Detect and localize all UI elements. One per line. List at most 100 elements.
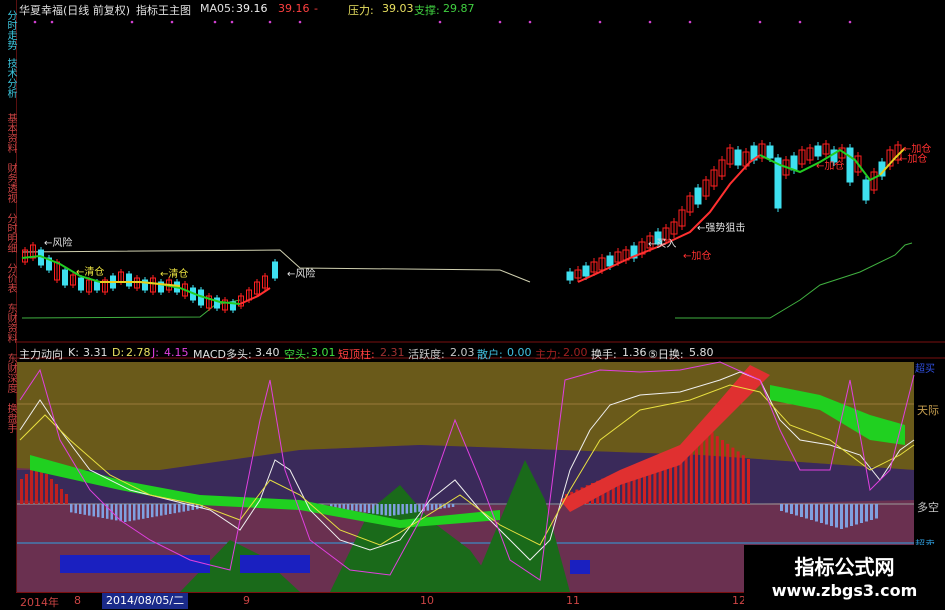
candle-body bbox=[846, 147, 854, 183]
chart-canvas bbox=[16, 20, 945, 592]
signal-dot bbox=[298, 20, 302, 24]
annot-add-4: ←加仓 bbox=[899, 154, 928, 165]
hist-bar-blue bbox=[119, 504, 122, 522]
ma-label: MA05: bbox=[200, 2, 235, 15]
signal-dot bbox=[130, 20, 134, 24]
hist-bar-blue bbox=[178, 504, 181, 513]
current-date: 2014/08/05/二 bbox=[102, 593, 189, 609]
tab-basic-info[interactable]: 基本资料 bbox=[0, 110, 16, 155]
hist-bar-blue bbox=[810, 504, 813, 520]
candle-body bbox=[814, 145, 822, 157]
annot-add-1: ←加仓 bbox=[683, 251, 712, 262]
hist-bar-red bbox=[715, 436, 719, 504]
hist-bar-red bbox=[726, 443, 730, 504]
watermark: 指标公式网 www.zbgs3.com bbox=[744, 545, 945, 609]
candle-body bbox=[582, 265, 590, 277]
hist-bar-blue bbox=[795, 504, 798, 516]
signal-dot bbox=[170, 20, 174, 24]
d-value: 2.78 bbox=[126, 346, 151, 359]
hist-bar-blue bbox=[346, 504, 350, 510]
candle-body bbox=[566, 271, 574, 281]
hist-bar-blue bbox=[401, 504, 404, 515]
axis-overbought: 超买 bbox=[915, 364, 935, 375]
hist-bar-blue bbox=[155, 504, 158, 517]
hist-bar-blue bbox=[363, 504, 367, 513]
hist-bar-blue bbox=[151, 504, 154, 518]
hist-bar-red bbox=[741, 455, 745, 504]
support-value: 29.87 bbox=[443, 2, 475, 15]
retail-value: 0.00 bbox=[507, 346, 532, 359]
signal-dot bbox=[268, 20, 272, 24]
annot-risk: ←风险 bbox=[44, 238, 73, 249]
hist-bar-blue bbox=[870, 504, 873, 520]
hist-bar-blue bbox=[164, 504, 167, 515]
sidebar: 分时走势 技术分析 基本资料 财务透视 分时明细 分价表 东财资料 东财深度 换… bbox=[0, 0, 17, 609]
signal-dot bbox=[798, 20, 802, 24]
main-value: 2.00 bbox=[563, 346, 588, 359]
candle-body bbox=[214, 297, 220, 309]
support-label: 支撑: bbox=[414, 4, 440, 17]
candle-body bbox=[94, 281, 100, 291]
hist-bar-blue bbox=[451, 504, 455, 507]
turnover-label: 换手: bbox=[591, 348, 617, 361]
hist-bar-blue bbox=[426, 504, 430, 511]
hist-bar-blue bbox=[92, 504, 95, 517]
hist-bar-blue bbox=[800, 504, 803, 517]
candle-body bbox=[126, 273, 132, 287]
hist-bar-blue bbox=[388, 504, 392, 516]
d-label: D: bbox=[112, 346, 125, 359]
tab-technical-analysis[interactable]: 技术分析 bbox=[0, 55, 16, 100]
hist-bar-blue bbox=[115, 504, 118, 521]
hist-bar-blue bbox=[790, 504, 793, 514]
hist-bar-red bbox=[736, 451, 740, 504]
k-label: K: bbox=[68, 346, 79, 359]
tab-price-table[interactable]: 分价表 bbox=[0, 260, 16, 295]
hist-bar-blue bbox=[397, 504, 400, 515]
hist-bar-red bbox=[50, 479, 53, 504]
hist-bar-blue bbox=[124, 504, 127, 522]
hist-bar-blue bbox=[409, 504, 413, 513]
tab-minute-trend[interactable]: 分时走势 bbox=[0, 10, 16, 50]
ma-dash: - bbox=[314, 2, 318, 15]
stock-name: 华夏幸福(日线 前复权) bbox=[19, 4, 131, 17]
hist-bar-blue bbox=[845, 504, 848, 528]
bear-value: 3.01 bbox=[311, 346, 336, 359]
tab-minute-detail[interactable]: 分时明细 bbox=[0, 210, 16, 255]
signal-dot bbox=[848, 20, 852, 24]
macd-bull-value: 3.40 bbox=[255, 346, 280, 359]
candle-body bbox=[694, 187, 702, 205]
tab-finance[interactable]: 财务透视 bbox=[0, 160, 16, 205]
watermark-title: 指标公式网 bbox=[794, 555, 895, 579]
hist-bar-blue bbox=[359, 504, 362, 512]
hist-bar-blue bbox=[820, 504, 823, 523]
turnover-value: 1.36 bbox=[622, 346, 647, 359]
blue-block-1 bbox=[60, 555, 210, 573]
tab-east-depth[interactable]: 东财深度 bbox=[0, 350, 16, 395]
hist-bar-blue bbox=[418, 504, 421, 512]
tab-east-info[interactable]: 东财资料 bbox=[0, 300, 16, 345]
hist-bar-blue bbox=[355, 504, 358, 512]
shorttop-value: 2.31 bbox=[380, 346, 405, 359]
hist-bar-blue bbox=[447, 504, 451, 508]
hist-bar-blue bbox=[414, 504, 417, 513]
hist-bar-blue bbox=[169, 504, 172, 514]
candle-body bbox=[766, 145, 774, 159]
tab-turnover[interactable]: 换盘手 bbox=[0, 400, 16, 435]
hist-bar-blue bbox=[133, 504, 136, 521]
hist-bar-blue bbox=[840, 504, 843, 529]
candle-body bbox=[734, 149, 742, 166]
annot-clear: ←清仓 bbox=[76, 267, 105, 278]
main-label: 主力: bbox=[535, 348, 561, 361]
hist-bar-blue bbox=[74, 504, 77, 514]
hist-bar-blue bbox=[405, 504, 409, 514]
hist-bar-red bbox=[700, 436, 704, 504]
signal-dot bbox=[213, 20, 217, 24]
signal-dot bbox=[230, 20, 234, 24]
hist-bar-blue bbox=[191, 504, 194, 510]
activity-value: 2.03 bbox=[450, 346, 475, 359]
support-line bbox=[21, 299, 241, 319]
hist-bar-blue bbox=[342, 504, 346, 510]
hist-bar-red bbox=[60, 489, 63, 504]
hist-bar-blue bbox=[101, 504, 104, 518]
hist-bar-blue bbox=[860, 504, 863, 523]
